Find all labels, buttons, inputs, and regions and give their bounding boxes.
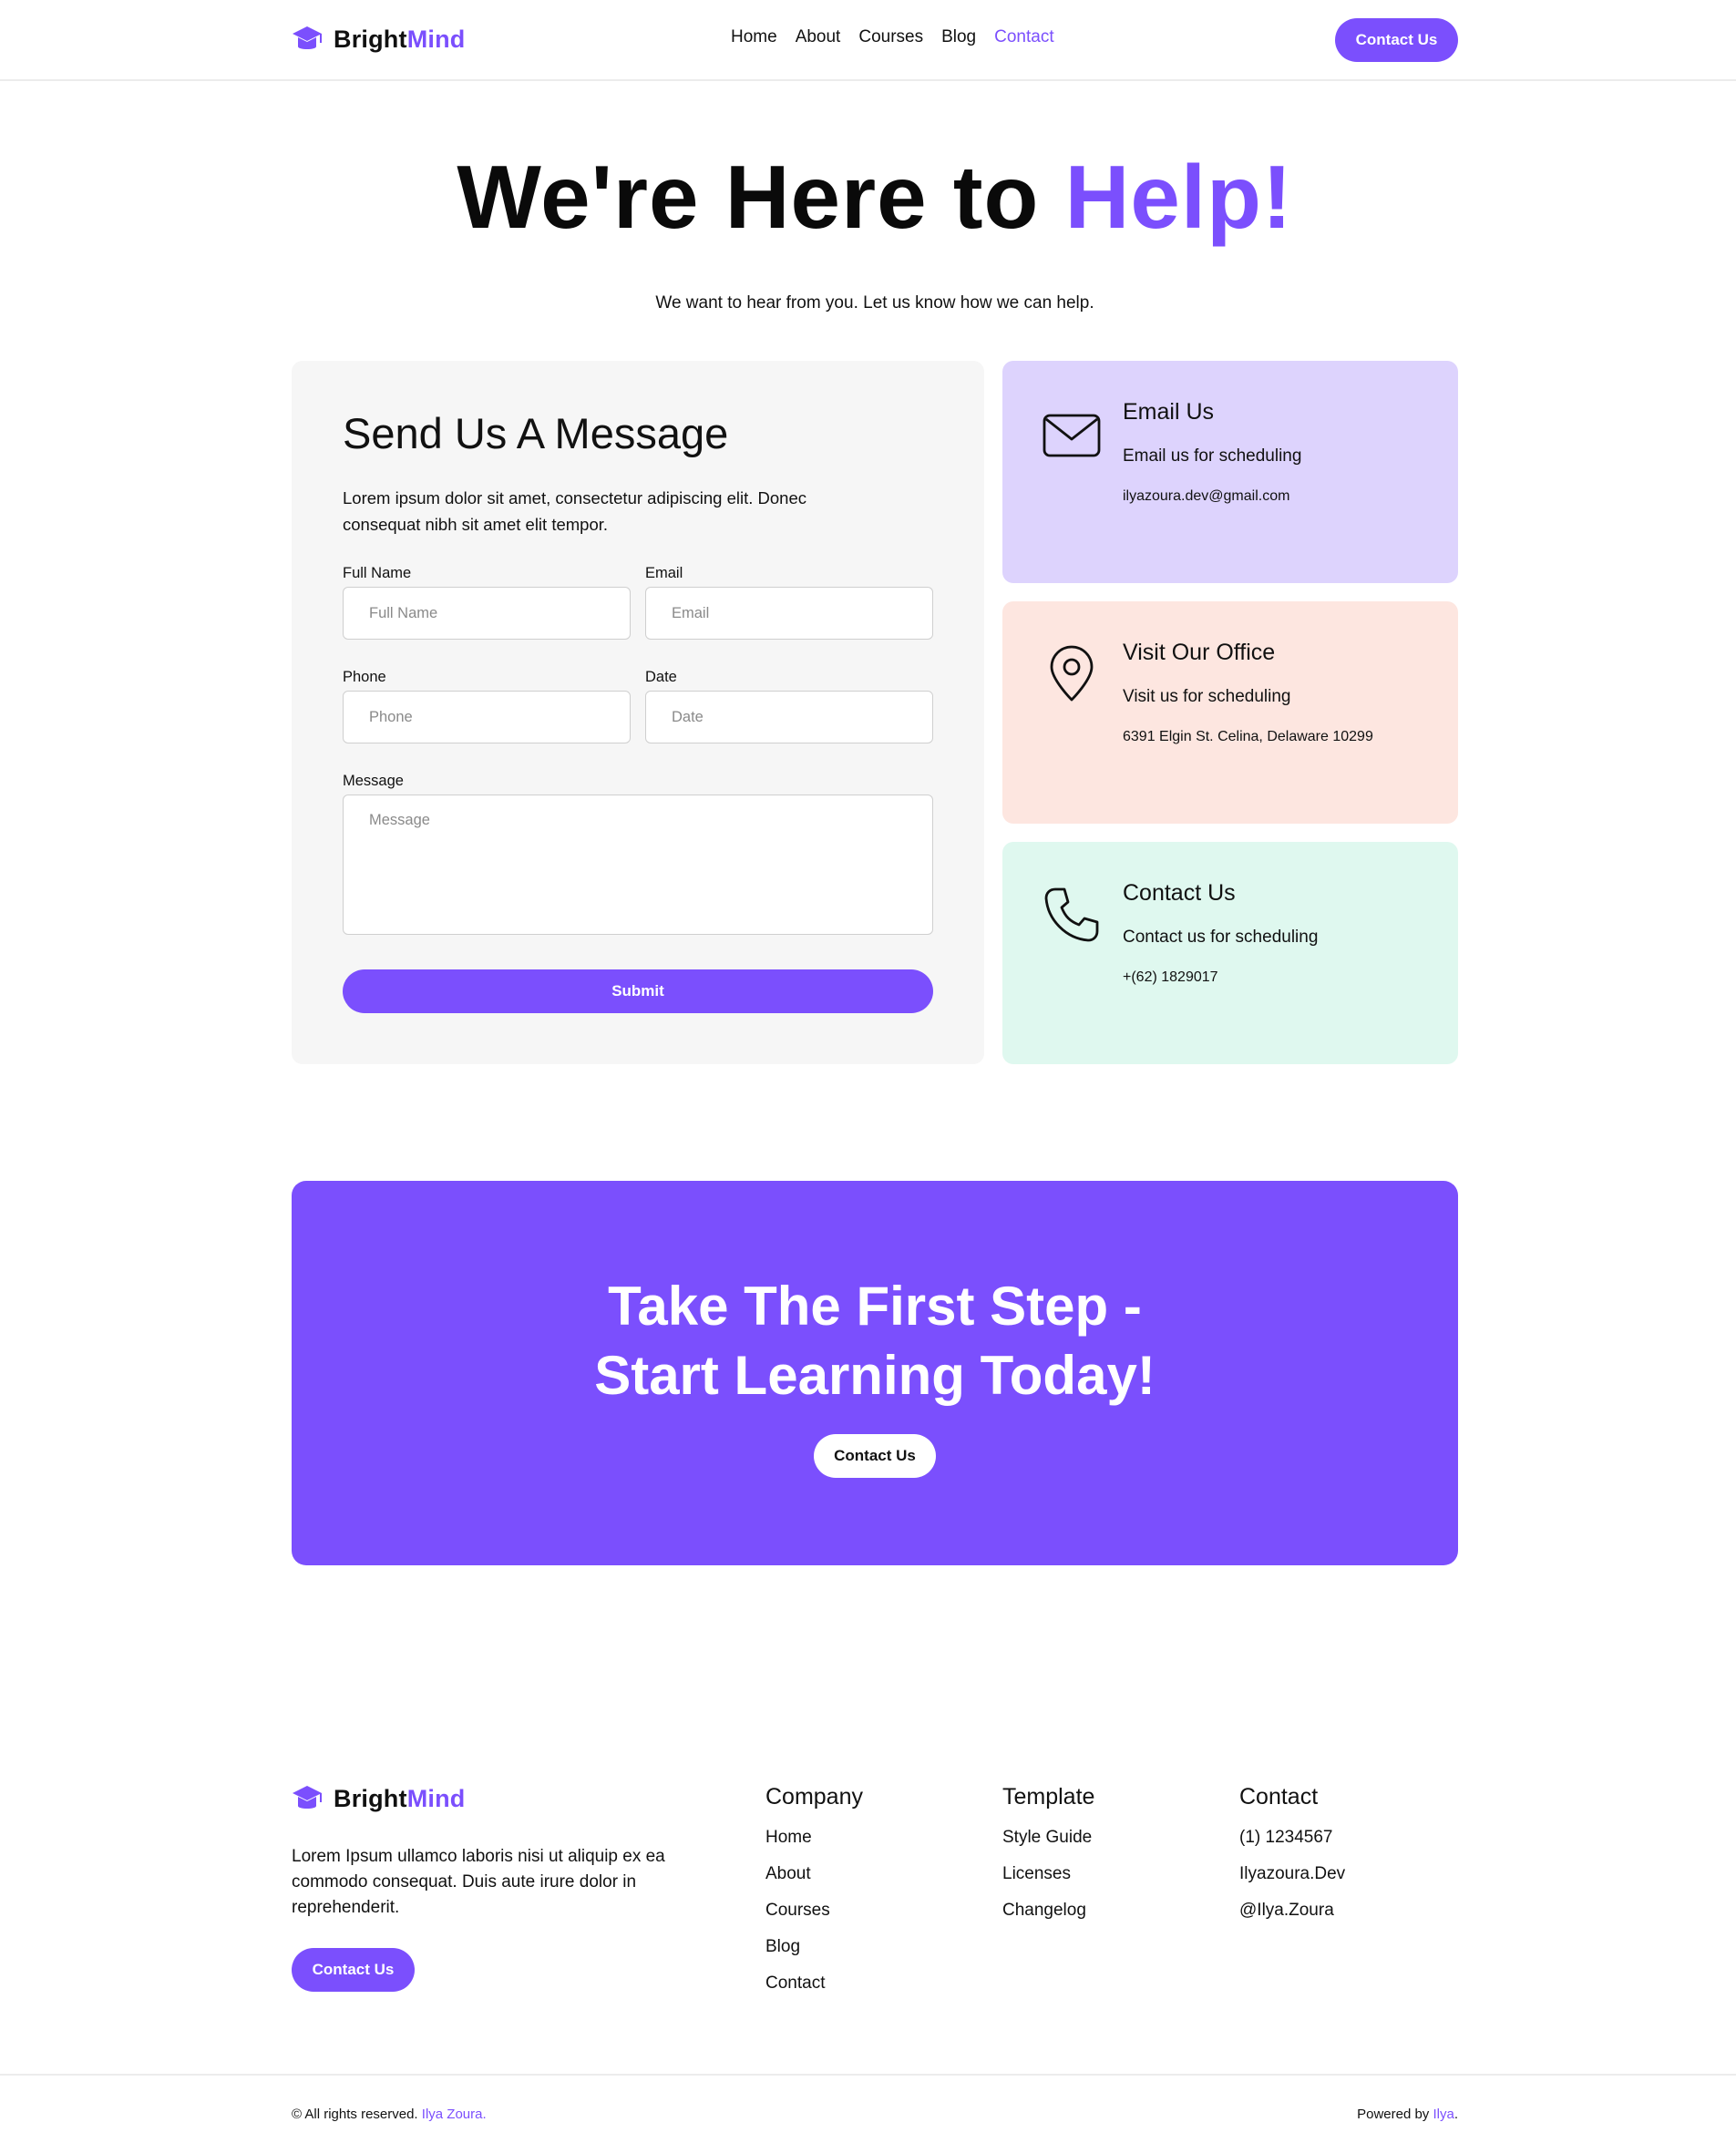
nav-about[interactable]: About bbox=[796, 27, 841, 47]
footer-column-contact: Contact (1) 1234567 Ilyazoura.Dev @Ilya.… bbox=[1239, 1784, 1345, 1938]
powered-by-link[interactable]: Ilya bbox=[1433, 2107, 1454, 2122]
footer-link-about[interactable]: About bbox=[765, 1865, 863, 1883]
graduation-cap-icon bbox=[293, 1786, 322, 1809]
graduation-cap-icon bbox=[293, 26, 322, 49]
footer-link-courses[interactable]: Courses bbox=[765, 1902, 863, 1920]
envelope-icon bbox=[1043, 414, 1101, 457]
copyright-text: © All rights reserved. Ilya Zoura. bbox=[292, 2107, 487, 2122]
full-name-input[interactable] bbox=[343, 587, 631, 640]
submit-button[interactable]: Submit bbox=[343, 969, 933, 1013]
form-description: Lorem ipsum dolor sit amet, consectetur … bbox=[343, 488, 806, 534]
info-card-subtitle: Visit us for scheduling bbox=[1123, 687, 1291, 706]
nav-courses[interactable]: Courses bbox=[858, 27, 923, 47]
footer-divider bbox=[0, 2074, 1736, 2076]
email-us-card: Email Us Email us for scheduling ilyazou… bbox=[1002, 361, 1458, 583]
hero-subtitle: We want to hear from you. Let us know ho… bbox=[655, 293, 1094, 313]
form-title: Send Us A Message bbox=[343, 409, 729, 457]
footer-brand-logo[interactable]: BrightMind bbox=[292, 1784, 465, 1813]
footer-link-blog[interactable]: Blog bbox=[765, 1938, 863, 1956]
phone-label: Phone bbox=[343, 669, 386, 685]
info-card-value[interactable]: +(62) 1829017 bbox=[1123, 969, 1218, 986]
footer-link-phone[interactable]: (1) 1234567 bbox=[1239, 1829, 1345, 1847]
footer-link-licenses[interactable]: Licenses bbox=[1002, 1865, 1094, 1883]
message-textarea[interactable] bbox=[343, 795, 933, 935]
brand-name: BrightMind bbox=[334, 1784, 466, 1812]
date-label: Date bbox=[645, 669, 677, 685]
hero-title: We're Here to Help! bbox=[457, 147, 1293, 247]
info-card-value: 6391 Elgin St. Celina, Delaware 10299 bbox=[1123, 729, 1373, 744]
main-nav: Home About Courses Blog Contact bbox=[731, 27, 1054, 47]
copyright-author-link[interactable]: Ilya Zoura. bbox=[422, 2107, 487, 2122]
contact-form-card: Send Us A Message Lorem ipsum dolor sit … bbox=[292, 361, 984, 1064]
date-input[interactable] bbox=[645, 691, 933, 743]
footer-column-title: Company bbox=[765, 1784, 863, 1810]
map-pin-icon bbox=[1050, 645, 1094, 702]
info-card-subtitle: Contact us for scheduling bbox=[1123, 928, 1319, 947]
info-card-title: Visit Our Office bbox=[1123, 640, 1276, 665]
footer-column-title: Template bbox=[1002, 1784, 1095, 1810]
header-contact-button[interactable]: Contact Us bbox=[1335, 18, 1458, 62]
footer-link-social[interactable]: @Ilya.Zoura bbox=[1239, 1902, 1345, 1920]
info-card-subtitle: Email us for scheduling bbox=[1123, 446, 1302, 466]
powered-by-text: Powered by Ilya. bbox=[1357, 2107, 1458, 2122]
contact-us-card: Contact Us Contact us for scheduling +(6… bbox=[1002, 842, 1458, 1064]
nav-blog[interactable]: Blog bbox=[941, 27, 976, 47]
footer-column-company: Company Home About Courses Blog Contact bbox=[765, 1784, 863, 2011]
nav-home[interactable]: Home bbox=[731, 27, 777, 47]
info-card-title: Email Us bbox=[1123, 399, 1215, 425]
footer-link-home[interactable]: Home bbox=[765, 1829, 863, 1847]
full-name-label: Full Name bbox=[343, 565, 412, 581]
phone-icon bbox=[1044, 887, 1099, 942]
footer-link-contact[interactable]: Contact bbox=[765, 1974, 863, 1993]
footer-description: Lorem Ipsum ullamco laboris nisi ut aliq… bbox=[292, 1847, 665, 1917]
info-card-title: Contact Us bbox=[1123, 880, 1236, 906]
footer-column-template: Template Style Guide Licenses Changelog bbox=[1002, 1784, 1094, 1938]
footer-column-title: Contact bbox=[1239, 1784, 1319, 1810]
info-card-value[interactable]: ilyazoura.dev@gmail.com bbox=[1123, 488, 1289, 505]
brand-name: BrightMind bbox=[334, 25, 466, 53]
footer-contact-button[interactable]: Contact Us bbox=[292, 1948, 415, 1992]
footer-link-style-guide[interactable]: Style Guide bbox=[1002, 1829, 1094, 1847]
site-header: BrightMind Home About Courses Blog Conta… bbox=[0, 0, 1736, 81]
phone-input[interactable] bbox=[343, 691, 631, 743]
cta-banner: Take The First Step - Start Learning Tod… bbox=[292, 1181, 1458, 1565]
brand-logo[interactable]: BrightMind bbox=[292, 25, 465, 54]
footer-link-website[interactable]: Ilyazoura.Dev bbox=[1239, 1865, 1345, 1883]
cta-title: Take The First Step - Start Learning Tod… bbox=[594, 1276, 1156, 1406]
nav-contact[interactable]: Contact bbox=[994, 27, 1053, 47]
footer-link-changelog[interactable]: Changelog bbox=[1002, 1902, 1094, 1920]
email-input[interactable] bbox=[645, 587, 933, 640]
visit-office-card: Visit Our Office Visit us for scheduling… bbox=[1002, 601, 1458, 824]
cta-contact-button[interactable]: Contact Us bbox=[814, 1434, 936, 1478]
email-label: Email bbox=[645, 565, 683, 581]
message-label: Message bbox=[343, 773, 404, 789]
